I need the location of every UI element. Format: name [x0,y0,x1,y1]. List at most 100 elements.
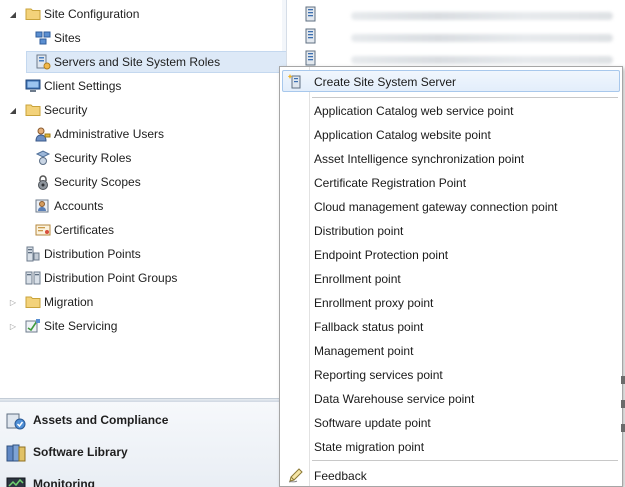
workspace-monitoring[interactable]: Monitoring [0,468,282,487]
menu-item-role[interactable]: Data Warehouse service point [282,387,620,409]
tree-item-label: Site Servicing [44,319,118,333]
tree-item-security-roles[interactable]: Security Roles [0,146,286,170]
context-menu: Create Site System Server Application Ca… [279,66,623,487]
folder-icon [25,104,41,116]
menu-item-role[interactable]: Management point [282,339,620,361]
menu-item-role[interactable]: Software update point [282,411,620,433]
server-icon [305,6,316,22]
obscured-text [351,12,613,20]
menu-separator [312,97,618,98]
security-scopes-icon [38,175,48,190]
workspace-label: Assets and Compliance [33,413,169,427]
folder-icon [25,296,41,308]
menu-item-label: Asset Intelligence synchronization point [314,152,525,166]
distribution-points-icon [26,246,40,262]
menu-separator [312,460,618,461]
menu-item-label: Data Warehouse service point [314,392,475,406]
menu-item-role[interactable]: Reporting services point [282,363,620,385]
menu-item-role[interactable]: Certificate Registration Point [282,171,620,193]
list-item[interactable] [301,28,621,46]
menu-item-label: Distribution point [314,224,404,238]
tree-item-accounts[interactable]: Accounts [0,194,286,218]
menu-item-label: Application Catalog website point [314,128,491,142]
menu-item-label: Cloud management gateway connection poin… [314,200,558,214]
menu-item-label: Feedback [314,469,367,483]
clipped-text [621,400,625,408]
menu-item-role[interactable]: Cloud management gateway connection poin… [282,195,620,217]
assets-compliance-icon [6,413,26,430]
tree-item-label: Accounts [54,199,104,213]
clipped-text [621,424,625,432]
menu-item-role[interactable]: Enrollment point [282,267,620,289]
clipped-text [621,376,625,384]
menu-item-role[interactable]: Application Catalog website point [282,123,620,145]
menu-item-label: Endpoint Protection point [314,248,449,262]
sites-icon [35,31,51,45]
menu-item-label: Management point [314,344,414,358]
tree-item-site-servicing[interactable]: ▷ Site Servicing [0,314,286,338]
tree-item-administrative-users[interactable]: Administrative Users [0,122,286,146]
workspace-label: Software Library [33,445,128,459]
server-icon [305,28,316,44]
tree-item-label: Security [44,103,88,117]
menu-item-role[interactable]: Endpoint Protection point [282,243,620,265]
menu-item-role[interactable]: State migration point [282,435,620,457]
tree-item-label: Migration [44,295,94,309]
tree-item-migration[interactable]: ▷ Migration [0,290,286,314]
distribution-point-groups-icon [25,271,41,285]
menu-item-label: State migration point [314,440,425,454]
security-roles-icon [35,150,51,165]
workspace-assets-and-compliance[interactable]: Assets and Compliance [0,404,282,436]
menu-item-label: Certificate Registration Point [314,176,467,190]
menu-item-create-site-system-server[interactable]: Create Site System Server [282,70,620,92]
menu-item-role[interactable]: Application Catalog web service point [282,99,620,121]
accounts-icon [35,199,49,213]
tree-item-label: Security Roles [54,151,132,165]
workspace-label: Monitoring [33,477,95,487]
expanded-arrow-icon[interactable]: ◢ [8,105,18,115]
menu-item-label: Application Catalog web service point [314,104,514,118]
tree-item-distribution-points[interactable]: Distribution Points [0,242,286,266]
menu-item-label: Enrollment proxy point [314,296,434,310]
create-server-icon [288,74,301,89]
menu-item-label: Software update point [314,416,431,430]
obscured-text [351,56,613,64]
tree-item-client-settings[interactable]: Client Settings [0,74,286,98]
tree-item-certificates[interactable]: Certificates [0,218,286,242]
menu-item-label: Reporting services point [314,368,443,382]
menu-item-label: Enrollment point [314,272,401,286]
menu-item-role[interactable]: Distribution point [282,219,620,241]
list-item[interactable] [301,6,621,24]
tree-item-site-configuration[interactable]: ◢ Site Configuration [0,2,286,26]
expanded-arrow-icon[interactable]: ◢ [8,9,18,19]
menu-item-feedback[interactable]: Feedback [282,464,620,486]
monitoring-icon [6,477,26,487]
menu-item-role[interactable]: Enrollment proxy point [282,291,620,313]
tree-item-label: Servers and Site System Roles [54,55,221,69]
obscured-text [351,34,613,42]
navigation-tree: ◢ Site Configuration Sites Servers and S… [0,0,290,398]
tree-item-label: Sites [54,31,81,45]
menu-item-label: Fallback status point [314,320,424,334]
certificates-icon [35,224,51,236]
tree-item-security-scopes[interactable]: Security Scopes [0,170,286,194]
menu-item-label: Create Site System Server [314,75,457,89]
folder-icon [25,8,41,20]
tree-item-label: Security Scopes [54,175,141,189]
software-library-icon [6,444,26,462]
tree-item-label: Site Configuration [44,7,140,21]
tree-item-distribution-point-groups[interactable]: Distribution Point Groups [0,266,286,290]
tree-item-label: Distribution Point Groups [44,271,178,285]
tree-item-label: Client Settings [44,79,122,93]
menu-item-role[interactable]: Fallback status point [282,315,620,337]
workspace-software-library[interactable]: Software Library [0,436,282,468]
server-roles-icon [36,54,51,70]
feedback-icon [288,468,303,483]
menu-item-role[interactable]: Asset Intelligence synchronization point [282,147,620,169]
tree-item-label: Administrative Users [54,127,165,141]
tree-item-security[interactable]: ◢ Security [0,98,286,122]
collapsed-arrow-icon[interactable]: ▷ [8,297,18,307]
tree-item-servers-and-site-system-roles[interactable]: Servers and Site System Roles [0,50,290,74]
collapsed-arrow-icon[interactable]: ▷ [8,321,18,331]
tree-item-sites[interactable]: Sites [0,26,286,50]
